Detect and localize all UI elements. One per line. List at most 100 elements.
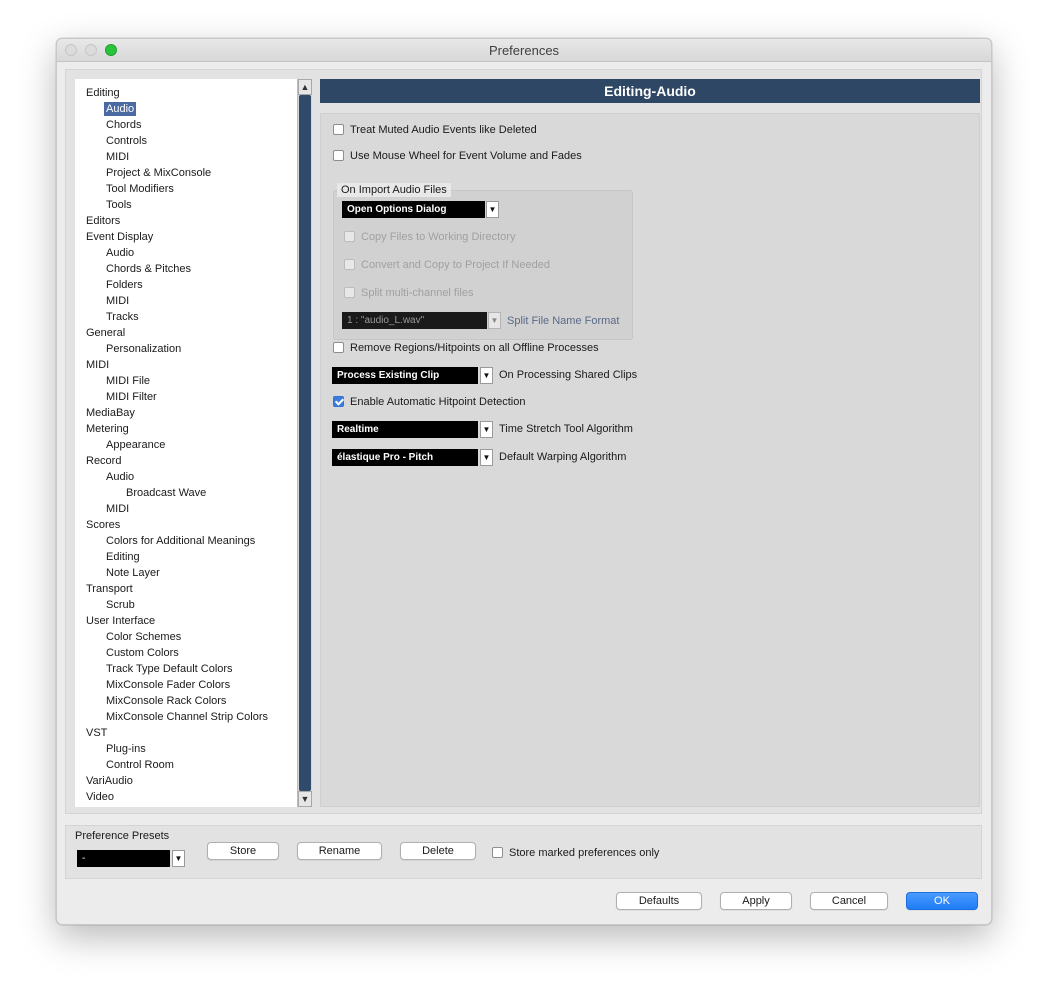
tree-item[interactable]: MixConsole Rack Colors <box>106 693 226 709</box>
tree-item-label: Color Schemes <box>106 631 182 643</box>
chevron-down-icon[interactable]: ▼ <box>488 312 501 329</box>
tree-item[interactable]: User Interface <box>86 613 155 629</box>
scroll-up-arrow-icon[interactable]: ▲ <box>298 79 312 95</box>
copy-files-checkbox[interactable]: Copy Files to Working Directory <box>344 229 515 245</box>
tree-item-label: MIDI <box>106 295 130 307</box>
tree-item[interactable]: Record <box>86 453 121 469</box>
tree-item[interactable]: Editors <box>86 213 120 229</box>
rename-button[interactable]: Rename <box>297 842 382 860</box>
tree-item[interactable]: Chords & Pitches <box>106 261 191 277</box>
delete-button[interactable]: Delete <box>400 842 476 860</box>
import-mode-dropdown[interactable]: Open Options Dialog ▼ <box>342 201 499 218</box>
tree-item-label: Editors <box>86 215 121 227</box>
chevron-down-icon[interactable]: ▼ <box>480 367 493 384</box>
hitpoint-detection-checkbox[interactable]: Enable Automatic Hitpoint Detection <box>333 394 526 410</box>
tree-item[interactable]: MixConsole Fader Colors <box>106 677 230 693</box>
section-title: Editing-Audio <box>320 79 980 103</box>
tree-item[interactable]: Chords <box>106 117 141 133</box>
store-button[interactable]: Store <box>207 842 279 860</box>
split-multichannel-checkbox[interactable]: Split multi-channel files <box>344 285 474 301</box>
shared-clips-dropdown[interactable]: Process Existing Clip ▼ <box>332 367 493 384</box>
checkbox-icon <box>344 231 355 242</box>
tree-item[interactable]: Video <box>86 789 114 805</box>
warping-dropdown[interactable]: élastique Pro - Pitch ▼ <box>332 449 493 466</box>
tree-item[interactable]: MixConsole Channel Strip Colors <box>106 709 268 725</box>
scroll-thumb[interactable] <box>299 95 311 791</box>
treat-muted-checkbox[interactable]: Treat Muted Audio Events like Deleted <box>333 122 537 138</box>
import-audio-group: On Import Audio Files Open Options Dialo… <box>333 183 633 340</box>
defaults-button[interactable]: Defaults <box>616 892 702 910</box>
store-marked-only-checkbox[interactable]: Store marked preferences only <box>492 845 659 861</box>
tree-item[interactable]: Scrub <box>106 597 135 613</box>
tree-scrollbar[interactable]: ▲ ▼ <box>297 79 312 807</box>
chevron-down-icon[interactable]: ▼ <box>486 201 499 218</box>
tree-item-label: Metering <box>86 423 129 435</box>
checkbox-icon <box>344 287 355 298</box>
tree-item[interactable]: Color Schemes <box>106 629 181 645</box>
tree-item[interactable]: Editing <box>86 85 120 101</box>
tree-item[interactable]: Audio <box>106 245 134 261</box>
remove-regions-checkbox[interactable]: Remove Regions/Hitpoints on all Offline … <box>333 340 599 356</box>
checkbox-icon <box>333 150 344 161</box>
tree-item[interactable]: Tracks <box>106 309 139 325</box>
apply-button[interactable]: Apply <box>720 892 792 910</box>
tree-item[interactable]: VST <box>86 725 107 741</box>
tree-item[interactable]: MIDI <box>106 149 129 165</box>
tree-item[interactable]: Custom Colors <box>106 645 179 661</box>
ok-button[interactable]: OK <box>906 892 978 910</box>
title-bar: Preferences <box>57 39 991 62</box>
tree-item[interactable]: MediaBay <box>86 405 135 421</box>
preferences-tree: Editing Audio Chords Controls MIDI Project & … <box>75 79 297 807</box>
tree-item-label: Audio <box>104 102 137 116</box>
tree-item[interactable]: MIDI <box>106 293 129 309</box>
tree-item[interactable]: Audio <box>106 469 134 485</box>
tree-item-label: Transport <box>86 583 133 595</box>
tree-item-label: VST <box>86 727 108 739</box>
scroll-down-arrow-icon[interactable]: ▼ <box>298 791 312 807</box>
tree-item[interactable]: Metering <box>86 421 129 437</box>
tree-item[interactable]: Tools <box>106 197 132 213</box>
tree-item[interactable]: MIDI <box>106 501 129 517</box>
tree-item[interactable]: Track Type Default Colors <box>106 661 233 677</box>
preference-presets-panel: Preference Presets - ▼ Store Rename Dele… <box>65 825 982 879</box>
cancel-button[interactable]: Cancel <box>810 892 888 910</box>
time-stretch-dropdown[interactable]: Realtime ▼ <box>332 421 493 438</box>
tree-item-label: Personalization <box>106 343 182 355</box>
tree-item[interactable]: MIDI <box>86 357 109 373</box>
chevron-down-icon[interactable]: ▼ <box>480 449 493 466</box>
tree-item[interactable]: Appearance <box>106 437 165 453</box>
tree-item[interactable]: MIDI File <box>106 373 150 389</box>
tree-item-label: MIDI Filter <box>106 391 157 403</box>
mouse-wheel-checkbox[interactable]: Use Mouse Wheel for Event Volume and Fad… <box>333 148 582 164</box>
convert-copy-checkbox[interactable]: Convert and Copy to Project If Needed <box>344 257 550 273</box>
checkbox-checked-icon <box>333 396 344 407</box>
tree-item[interactable]: VariAudio <box>86 773 133 789</box>
tree-item[interactable]: Event Display <box>86 229 153 245</box>
tree-item[interactable]: Editing <box>106 549 140 565</box>
tree-item[interactable]: MIDI Filter <box>106 389 157 405</box>
chevron-down-icon[interactable]: ▼ <box>172 850 185 867</box>
tree-item[interactable]: Note Layer <box>106 565 160 581</box>
tree-item[interactable]: General <box>86 325 125 341</box>
tree-item-label: Track Type Default Colors <box>106 663 233 675</box>
checkbox-icon <box>333 124 344 135</box>
tree-item[interactable]: Project & MixConsole <box>106 165 211 181</box>
split-format-dropdown[interactable]: 1 : "audio_L.wav" ▼ <box>342 312 502 329</box>
tree-item[interactable]: Colors for Additional Meanings <box>106 533 255 549</box>
checkbox-icon <box>344 259 355 270</box>
tree-item[interactable]: Control Room <box>106 757 174 773</box>
tree-item[interactable]: Audio <box>104 101 137 117</box>
tree-item[interactable]: Personalization <box>106 341 181 357</box>
preset-dropdown[interactable]: - ▼ <box>77 850 185 867</box>
chevron-down-icon[interactable]: ▼ <box>480 421 493 438</box>
window-title: Preferences <box>488 43 560 58</box>
tree-item[interactable]: Controls <box>106 133 147 149</box>
tree-item[interactable]: Broadcast Wave <box>126 485 206 501</box>
import-audio-group-title: On Import Audio Files <box>337 183 451 197</box>
tree-item-label: Folders <box>106 279 143 291</box>
tree-item[interactable]: Folders <box>106 277 143 293</box>
tree-item[interactable]: Transport <box>86 581 133 597</box>
tree-item[interactable]: Scores <box>86 517 120 533</box>
tree-item[interactable]: Tool Modifiers <box>106 181 174 197</box>
tree-item[interactable]: Plug-ins <box>106 741 146 757</box>
